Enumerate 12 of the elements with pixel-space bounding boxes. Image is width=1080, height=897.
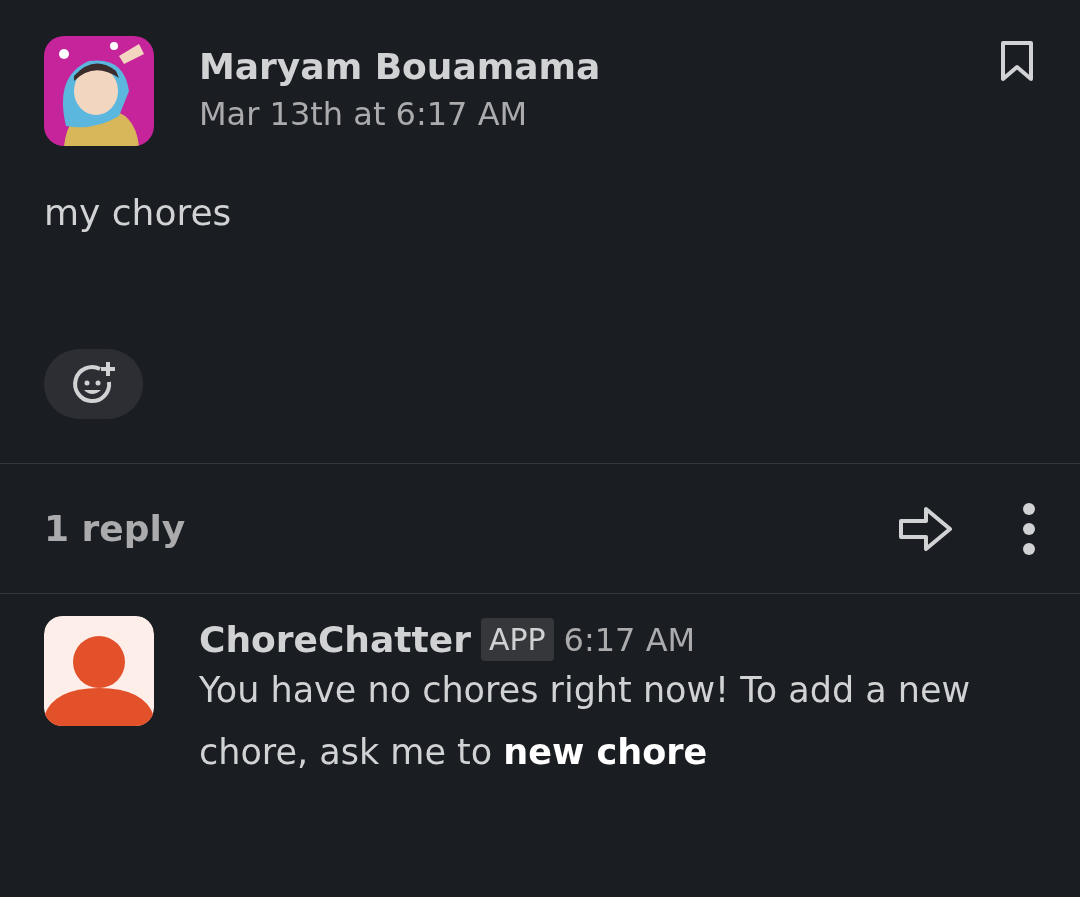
- share-arrow-icon[interactable]: [898, 504, 954, 553]
- reply-count[interactable]: 1 reply: [44, 508, 898, 549]
- message-time: 6:17 AM: [563, 620, 696, 659]
- bot-avatar-icon: [44, 616, 154, 726]
- app-badge: APP: [480, 618, 554, 661]
- author-name[interactable]: Maryam Bouamama: [199, 46, 955, 87]
- message-text: You have no chores right now! To add a new chore, ask me to new chore: [199, 669, 972, 774]
- message-text: my chores: [44, 192, 233, 233]
- bookmark-icon[interactable]: [1000, 40, 1034, 82]
- more-options-icon[interactable]: [1022, 502, 1036, 555]
- author-name[interactable]: ChoreChatter: [199, 619, 471, 660]
- message-time: Mar 13th at 6:17 AM: [199, 95, 529, 133]
